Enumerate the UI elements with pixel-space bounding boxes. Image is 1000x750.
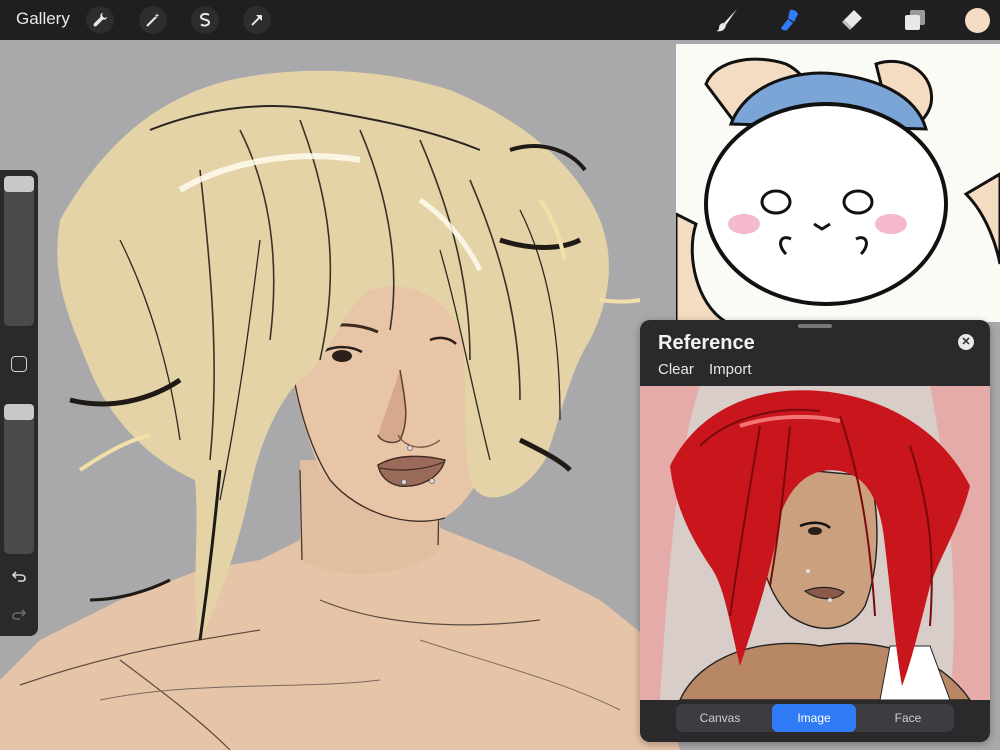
clear-button[interactable]: Clear [658, 361, 694, 378]
magic-wand-icon[interactable] [139, 6, 167, 34]
reference-portrait [640, 386, 990, 700]
import-button[interactable]: Import [709, 361, 752, 378]
panel-grabber[interactable] [798, 324, 832, 328]
reference-image-window[interactable] [676, 44, 1000, 322]
undo-icon[interactable] [9, 566, 29, 586]
tab-canvas[interactable]: Canvas [676, 704, 764, 732]
procreate-app: Gallery Reference ✕ Clear Import Canvas … [0, 0, 1000, 750]
redo-icon[interactable] [9, 604, 29, 624]
reference-sticker-image [676, 44, 1000, 322]
top-toolbar: Gallery [0, 0, 1000, 40]
brush-size-thumb[interactable] [4, 176, 34, 192]
modify-square-icon[interactable] [11, 356, 27, 372]
brush-size-slider[interactable] [4, 176, 34, 326]
opacity-slider[interactable] [4, 404, 34, 554]
reference-mode-tabs: Canvas Image Face [676, 704, 954, 732]
gallery-button[interactable]: Gallery [16, 9, 70, 29]
layers-icon[interactable] [900, 5, 930, 35]
tab-face[interactable]: Face [862, 704, 954, 732]
smudge-icon[interactable] [775, 5, 805, 35]
reference-image[interactable] [640, 386, 990, 700]
selection-icon[interactable] [191, 6, 219, 34]
reference-title: Reference [658, 332, 755, 354]
tab-image[interactable]: Image [772, 704, 856, 732]
transform-arrow-icon[interactable] [243, 6, 271, 34]
brush-icon[interactable] [712, 5, 742, 35]
wrench-icon[interactable] [86, 6, 114, 34]
side-toolbar [0, 170, 38, 636]
close-icon[interactable]: ✕ [958, 334, 974, 350]
opacity-thumb[interactable] [4, 404, 34, 420]
eraser-icon[interactable] [837, 5, 867, 35]
color-swatch[interactable] [965, 8, 990, 33]
reference-panel: Reference ✕ Clear Import Canvas Image Fa… [640, 320, 990, 742]
